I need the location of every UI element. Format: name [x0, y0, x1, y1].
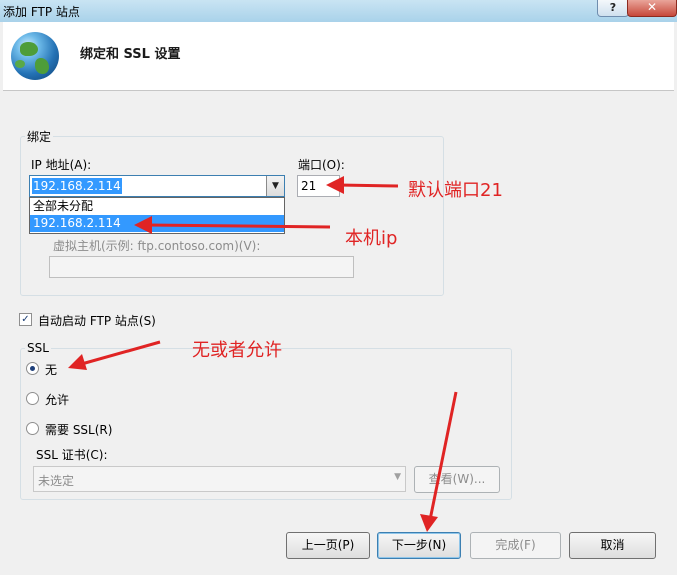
arrow-to-local-ip [134, 216, 331, 234]
arrow-to-ssl-none [68, 340, 161, 370]
arrow-to-next [420, 391, 458, 532]
ip-annotation: 本机ip [345, 228, 398, 249]
arrow-to-port [326, 176, 399, 194]
annotation-arrows [68, 176, 458, 532]
ssl-annotation: 无或者允许 [192, 340, 282, 361]
port-annotation: 默认端口21 [408, 180, 503, 201]
